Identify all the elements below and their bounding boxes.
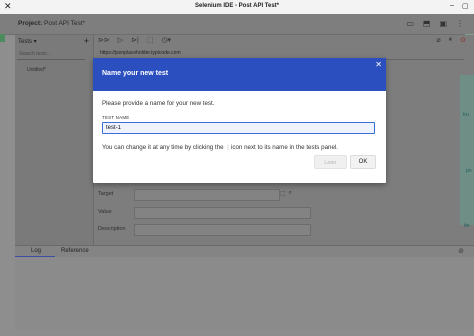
dialog-prompt: Please provide a name for your new test.	[102, 100, 215, 107]
more-options-icon[interactable]: ⋮	[456, 19, 464, 28]
window-maximize-icon[interactable]: ▢	[462, 2, 469, 10]
add-test-button[interactable]: +	[84, 36, 89, 46]
disable-breakpoints-icon[interactable]: ⬚	[147, 36, 154, 44]
test-name-label: TEST NAME	[102, 115, 130, 120]
speed-icon[interactable]: ◷▾	[161, 36, 171, 44]
command-fragment: po	[466, 168, 472, 174]
right-toolbar: ⌀ ⏸ ⊙	[436, 36, 466, 44]
description-label: Description	[98, 226, 126, 232]
dialog-hint: You can change it at any time by clickin…	[102, 144, 338, 151]
find-target-icon[interactable]: ⌕	[289, 190, 292, 197]
new-project-icon[interactable]: ▭	[406, 19, 414, 28]
dialog-header: Name your new test ✕	[93, 58, 386, 91]
step-icon[interactable]: ⊳|	[131, 36, 139, 44]
target-input[interactable]	[134, 189, 280, 201]
test-list-item[interactable]: Untitled*	[27, 67, 46, 73]
app-header: Project: Post API Test* ▭ ⬒ ▣ ⋮	[0, 14, 474, 35]
window-title: Selenium IDE - Post API Test*	[194, 3, 280, 9]
project-prefix: Project:	[18, 20, 43, 27]
command-fragment: tte	[464, 223, 470, 229]
command-fragment: tru	[463, 112, 469, 118]
dialog-close-icon[interactable]: ✕	[375, 60, 382, 69]
green-stripe-left	[0, 34, 5, 42]
tab-log[interactable]: Log	[31, 248, 41, 254]
run-all-icon[interactable]: ⊳⊳	[98, 36, 110, 44]
search-tests-input[interactable]: Search tests...	[17, 51, 85, 60]
log-area	[15, 257, 474, 330]
command-table-highlight	[460, 75, 474, 225]
target-actions: ⬚ ⌕	[280, 190, 292, 197]
later-button[interactable]: Later	[314, 155, 347, 169]
run-test-icon[interactable]: ▷	[118, 36, 123, 44]
window-title-bar: ✕ Selenium IDE - Post API Test* – ▢	[0, 0, 474, 15]
project-title[interactable]: Project: Post API Test*	[18, 20, 85, 27]
value-label: Value	[98, 209, 112, 215]
more-options-icon: ⋮	[225, 145, 231, 151]
hint-text-before: You can change it at any time by clickin…	[102, 144, 224, 151]
disable-icon[interactable]: ⌀	[436, 36, 440, 44]
ok-button[interactable]: OK	[350, 155, 376, 169]
tests-sidebar: Tests ▾ + Search tests... Untitled*	[15, 35, 94, 245]
record-icon[interactable]: ⊙	[460, 36, 466, 44]
dialog-title: Name your new test	[102, 70, 169, 77]
target-label: Target	[98, 191, 114, 197]
tests-dropdown[interactable]: Tests ▾	[18, 38, 37, 45]
pause-icon[interactable]: ⏸	[449, 36, 453, 44]
project-name: Post API Test*	[44, 20, 86, 27]
header-icons: ▭ ⬒ ▣ ⋮	[406, 19, 464, 28]
clear-log-icon[interactable]: ⊘	[458, 247, 464, 255]
test-name-input[interactable]	[102, 122, 375, 134]
hint-text-after: icon next to its name in the tests panel…	[231, 144, 338, 151]
description-input[interactable]	[134, 224, 311, 236]
open-project-icon[interactable]: ⬒	[423, 19, 431, 28]
playback-toolbar: ⊳⊳ ▷ ⊳| ⬚ ◷▾	[98, 36, 171, 44]
name-test-dialog: Name your new test ✕ Please provide a na…	[93, 58, 386, 183]
window-minimize-icon[interactable]: –	[450, 2, 454, 9]
save-project-icon[interactable]: ▣	[439, 19, 447, 28]
value-input[interactable]	[134, 207, 311, 219]
tab-reference[interactable]: Reference	[61, 248, 89, 254]
select-target-icon[interactable]: ⬚	[280, 190, 286, 197]
